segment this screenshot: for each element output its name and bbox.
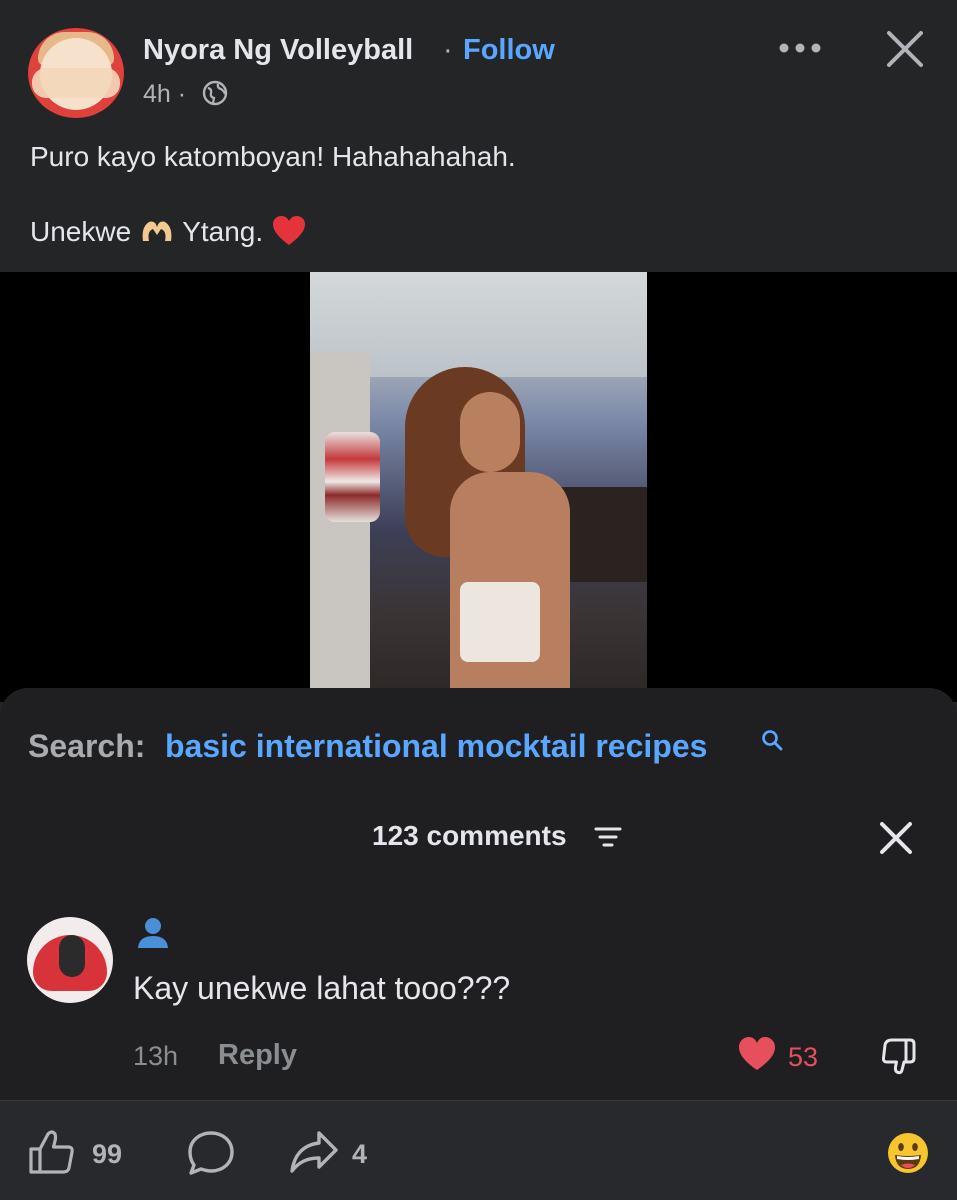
comments-count[interactable]: 123 comments [372, 820, 567, 852]
search-prefix: Search: [28, 728, 146, 764]
post-media[interactable] [0, 272, 957, 702]
heart-hands-emoji-icon [142, 221, 172, 241]
video-shelf [560, 487, 647, 582]
close-icon[interactable] [884, 28, 926, 70]
post-action-bar: 99 4 [0, 1100, 957, 1200]
search-icon[interactable] [760, 728, 784, 752]
grinning-emoji-icon[interactable] [886, 1131, 930, 1175]
video-person-top [460, 582, 540, 662]
reaction-count[interactable]: 99 [92, 1139, 122, 1170]
search-suggestion-link[interactable]: basic international mocktail recipes [165, 728, 707, 765]
comment-text: Kay unekwe lahat tooo??? [133, 970, 511, 1006]
follow-button[interactable]: Follow [463, 34, 555, 67]
thumbs-up-icon[interactable] [28, 1129, 76, 1175]
author-name[interactable]: Nyora Ng Volleyball [143, 34, 413, 67]
commenter-avatar[interactable] [27, 917, 113, 1003]
post-time[interactable]: 4h · [143, 80, 186, 109]
heart-icon[interactable] [737, 1036, 777, 1072]
header-separator: · [443, 34, 453, 66]
sort-icon[interactable] [594, 826, 622, 848]
dislike-icon[interactable] [878, 1034, 920, 1076]
red-heart-emoji-icon [272, 216, 305, 245]
globe-icon [202, 80, 228, 106]
user-icon[interactable] [135, 914, 171, 950]
avatar-hands [32, 68, 120, 98]
author-avatar[interactable] [28, 28, 124, 118]
reply-button[interactable]: Reply [218, 1039, 297, 1072]
share-icon[interactable] [289, 1129, 339, 1175]
share-count: 4 [352, 1139, 368, 1169]
more-options-icon[interactable] [778, 42, 822, 54]
video-shoe-rack [325, 432, 380, 522]
post-text-line-2: Unekwe Ytang. [30, 215, 307, 248]
video-wall [310, 352, 370, 702]
comments-panel: Search: basic international mocktail rec… [0, 688, 957, 1100]
post-text-before: Unekwe [30, 216, 139, 247]
like-count: 53 [788, 1042, 819, 1072]
post-header: Nyora Ng Volleyball · Follow 4h · Puro k… [0, 0, 957, 272]
video-thumbnail[interactable] [310, 272, 647, 702]
post-text-line-1: Puro kayo katomboyan! Hahahahahah. [30, 141, 516, 172]
avatar-person [59, 935, 85, 977]
comment-time: 13h [133, 1041, 179, 1071]
video-person-face [460, 392, 520, 472]
post-text-after: Ytang. [174, 216, 271, 247]
comment-icon[interactable] [186, 1129, 236, 1177]
close-comments-icon[interactable] [878, 820, 914, 856]
